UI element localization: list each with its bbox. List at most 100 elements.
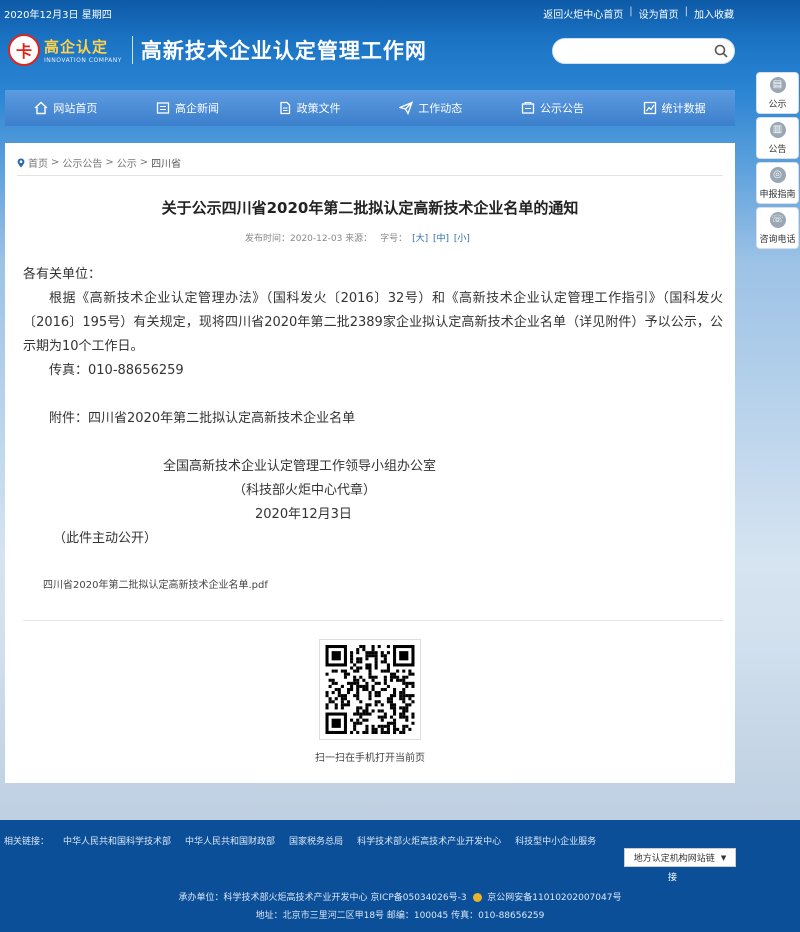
side-label: 申报指南 [759,189,796,200]
nav-item-policy[interactable]: 政策文件 [278,100,341,116]
side-button-announcement[interactable]: ▥ 公告 [756,117,799,159]
logo-cn: 高企认定 [44,38,109,56]
organizer-text: 承办单位：科学技术部火炬高技术产业开发中心 京ICP备05034026号-3 [178,893,467,903]
main-paragraph: 根据《高新技术企业认定管理办法》（国科发火〔2016〕32号）和《高新技术企业认… [23,291,723,354]
link-return-torch-home[interactable]: 返回火炬中心首页 [543,6,623,21]
search-box [552,38,735,64]
footer-link-torch[interactable]: 科学技术部火炬高技术产业开发中心 [357,834,501,847]
nav-label: 高企新闻 [174,102,219,115]
logo-icon: 卡 [8,34,40,66]
signer: 全国高新技术企业认定管理工作领导小组办公室 [163,459,437,474]
breadcrumb-home[interactable]: 首页 [28,155,48,170]
breadcrumb-notices[interactable]: 公示公告 [62,155,102,170]
nav-item-home[interactable]: 网站首页 [34,100,97,116]
logo-divider [131,36,133,64]
signer-note: （科技部火炬中心代章） [233,483,377,498]
side-button-phone[interactable]: ☏ 咨询电话 [756,207,799,249]
site-title: 高新技术企业认定管理工作网 [140,38,427,63]
search-input[interactable] [563,43,703,59]
logo-en: INNOVATION COMPANY [44,57,122,64]
site-header: 卡 高企认定 INNOVATION COMPANY 高新技术企业认定管理工作网 [0,24,800,86]
side-button-publicity[interactable]: ▤ 公示 [756,72,799,114]
link-add-favorite[interactable]: 加入收藏 [694,6,734,21]
footer-organizer: 承办单位：科学技术部火炬高技术产业开发中心 京ICP备05034026号-3 京… [0,890,800,903]
footer-links: 相关链接： 中华人民共和国科学技术部 中华人民共和国财政部 国家税务总局 科学技… [4,834,596,847]
qr-code-image [325,645,415,734]
side-label: 公示 [768,99,787,110]
nav-label: 公示公告 [539,102,584,115]
qr-caption: 扫一扫在手机打开当前页 [315,753,425,764]
link-set-homepage[interactable]: 设为首页 [639,6,679,21]
phone-icon: ☏ [769,211,786,228]
nav-item-stats[interactable]: 统计数据 [643,100,706,116]
stats-icon [643,101,656,115]
attachment-file-link[interactable]: 四川省2020年第二批拟认定高新技术企业名单.pdf [43,576,268,591]
article-panel: 首页 > 公示公告 > 公示 > 四川省 关于公示四川省2020年第二批拟认定高… [5,143,735,783]
location-pin-icon [17,158,25,167]
publish-time: 发布时间：2020-12-03 来源： [245,234,373,244]
footer-link-sme[interactable]: 科技型中小企业服务 [515,834,596,847]
nav-label: 工作动态 [418,102,463,115]
document-icon [279,101,290,115]
footer-link-mof[interactable]: 中华人民共和国财政部 [185,834,275,847]
greeting: 各有关单位： [23,267,102,282]
font-size-label: 字号： [380,234,408,244]
article-body: 各有关单位： 根据《高新技术企业认定管理办法》（国科发火〔2016〕32号）和《… [23,263,723,551]
local-agency-dropdown[interactable]: 地方认定机构网站链 ▼ [624,848,736,867]
main-nav: 网站首页 高企新闻 政策文件 工作动态 公示公告 统计数据 [5,90,735,126]
breadcrumb: 首页 > 公示公告 > 公示 > 四川省 [17,155,181,170]
footer-link-most[interactable]: 中华人民共和国科学技术部 [63,834,171,847]
font-size-large[interactable]: [大] [412,234,428,244]
nav-item-notice[interactable]: 公示公告 [521,100,584,116]
publicity-icon: ▤ [769,76,786,93]
logo-text: 高企认定 INNOVATION COMPANY [44,36,122,64]
side-button-guide[interactable]: ◎ 申报指南 [756,162,799,204]
breadcrumb-separator: > [51,157,60,168]
footer-links-label: 相关链接： [4,837,50,847]
nav-item-news[interactable]: 高企新闻 [156,100,219,116]
footer-address: 地址：北京市三里河二区甲18号 邮编：100045 传真：010-8865625… [255,911,545,921]
police-badge-icon [473,893,483,902]
breadcrumb-sichuan[interactable]: 四川省 [151,155,181,170]
divider [23,620,723,621]
site-footer: 相关链接： 中华人民共和国科学技术部 中华人民共和国财政部 国家税务总局 科学技… [0,820,800,932]
font-size-medium[interactable]: [中] [433,234,449,244]
compass-icon: ◎ [769,166,786,183]
sign-date: 2020年12月3日 [255,507,352,522]
font-size-small[interactable]: [小] [454,234,470,244]
public-note: （此件主动公开） [53,531,158,546]
nav-label: 网站首页 [53,102,98,115]
current-date: 2020年12月3日 星期四 [4,10,112,21]
fax-line: 传真：010-88656259 [49,363,184,378]
nav-label: 政策文件 [296,102,341,115]
nav-item-work-news[interactable]: 工作动态 [399,100,462,116]
qr-code [319,639,421,740]
footer-link-tax[interactable]: 国家税务总局 [289,834,343,847]
notice-icon [521,102,535,114]
side-label: 公告 [768,144,787,155]
article-title: 关于公示四川省2020年第二批拟认定高新技术企业名单的通知 [161,199,579,217]
nav-label: 统计数据 [661,102,706,115]
breadcrumb-publicity[interactable]: 公示 [117,155,137,170]
side-label: 咨询电话 [759,234,796,245]
dropdown-label-tail: 接 [668,873,678,883]
attachment-line: 附件：四川省2020年第二批拟认定高新技术企业名单 [49,411,356,426]
home-icon [34,101,48,115]
breadcrumb-separator: > [139,157,149,168]
side-toolbar: ▤ 公示 ▥ 公告 ◎ 申报指南 ☏ 咨询电话 [756,72,800,252]
chevron-down-icon: ▼ [720,853,727,862]
dropdown-label: 地方认定机构网站链 [633,854,715,864]
site-logo[interactable]: 卡 高企认定 INNOVATION COMPANY 高新技术企业认定管理工作网 [8,34,427,66]
news-icon [156,102,170,114]
police-record[interactable]: 京公网安备11010202007047号 [487,893,621,903]
search-icon[interactable] [714,44,728,58]
announcement-icon: ▥ [769,121,786,138]
top-bar: 2020年12月3日 星期四 返回火炬中心首页 | 设为首页 | 加入收藏 [0,0,800,24]
font-size-switcher: 字号： [大] [中] [小] [380,231,470,244]
divider [17,175,723,176]
divider: | [684,6,688,17]
top-links: 返回火炬中心首页 | 设为首页 | 加入收藏 [543,6,734,21]
breadcrumb-separator: > [105,157,114,168]
divider: | [629,6,633,17]
article-meta: 发布时间：2020-12-03 来源： 字号： [大] [中] [小] [245,231,470,244]
